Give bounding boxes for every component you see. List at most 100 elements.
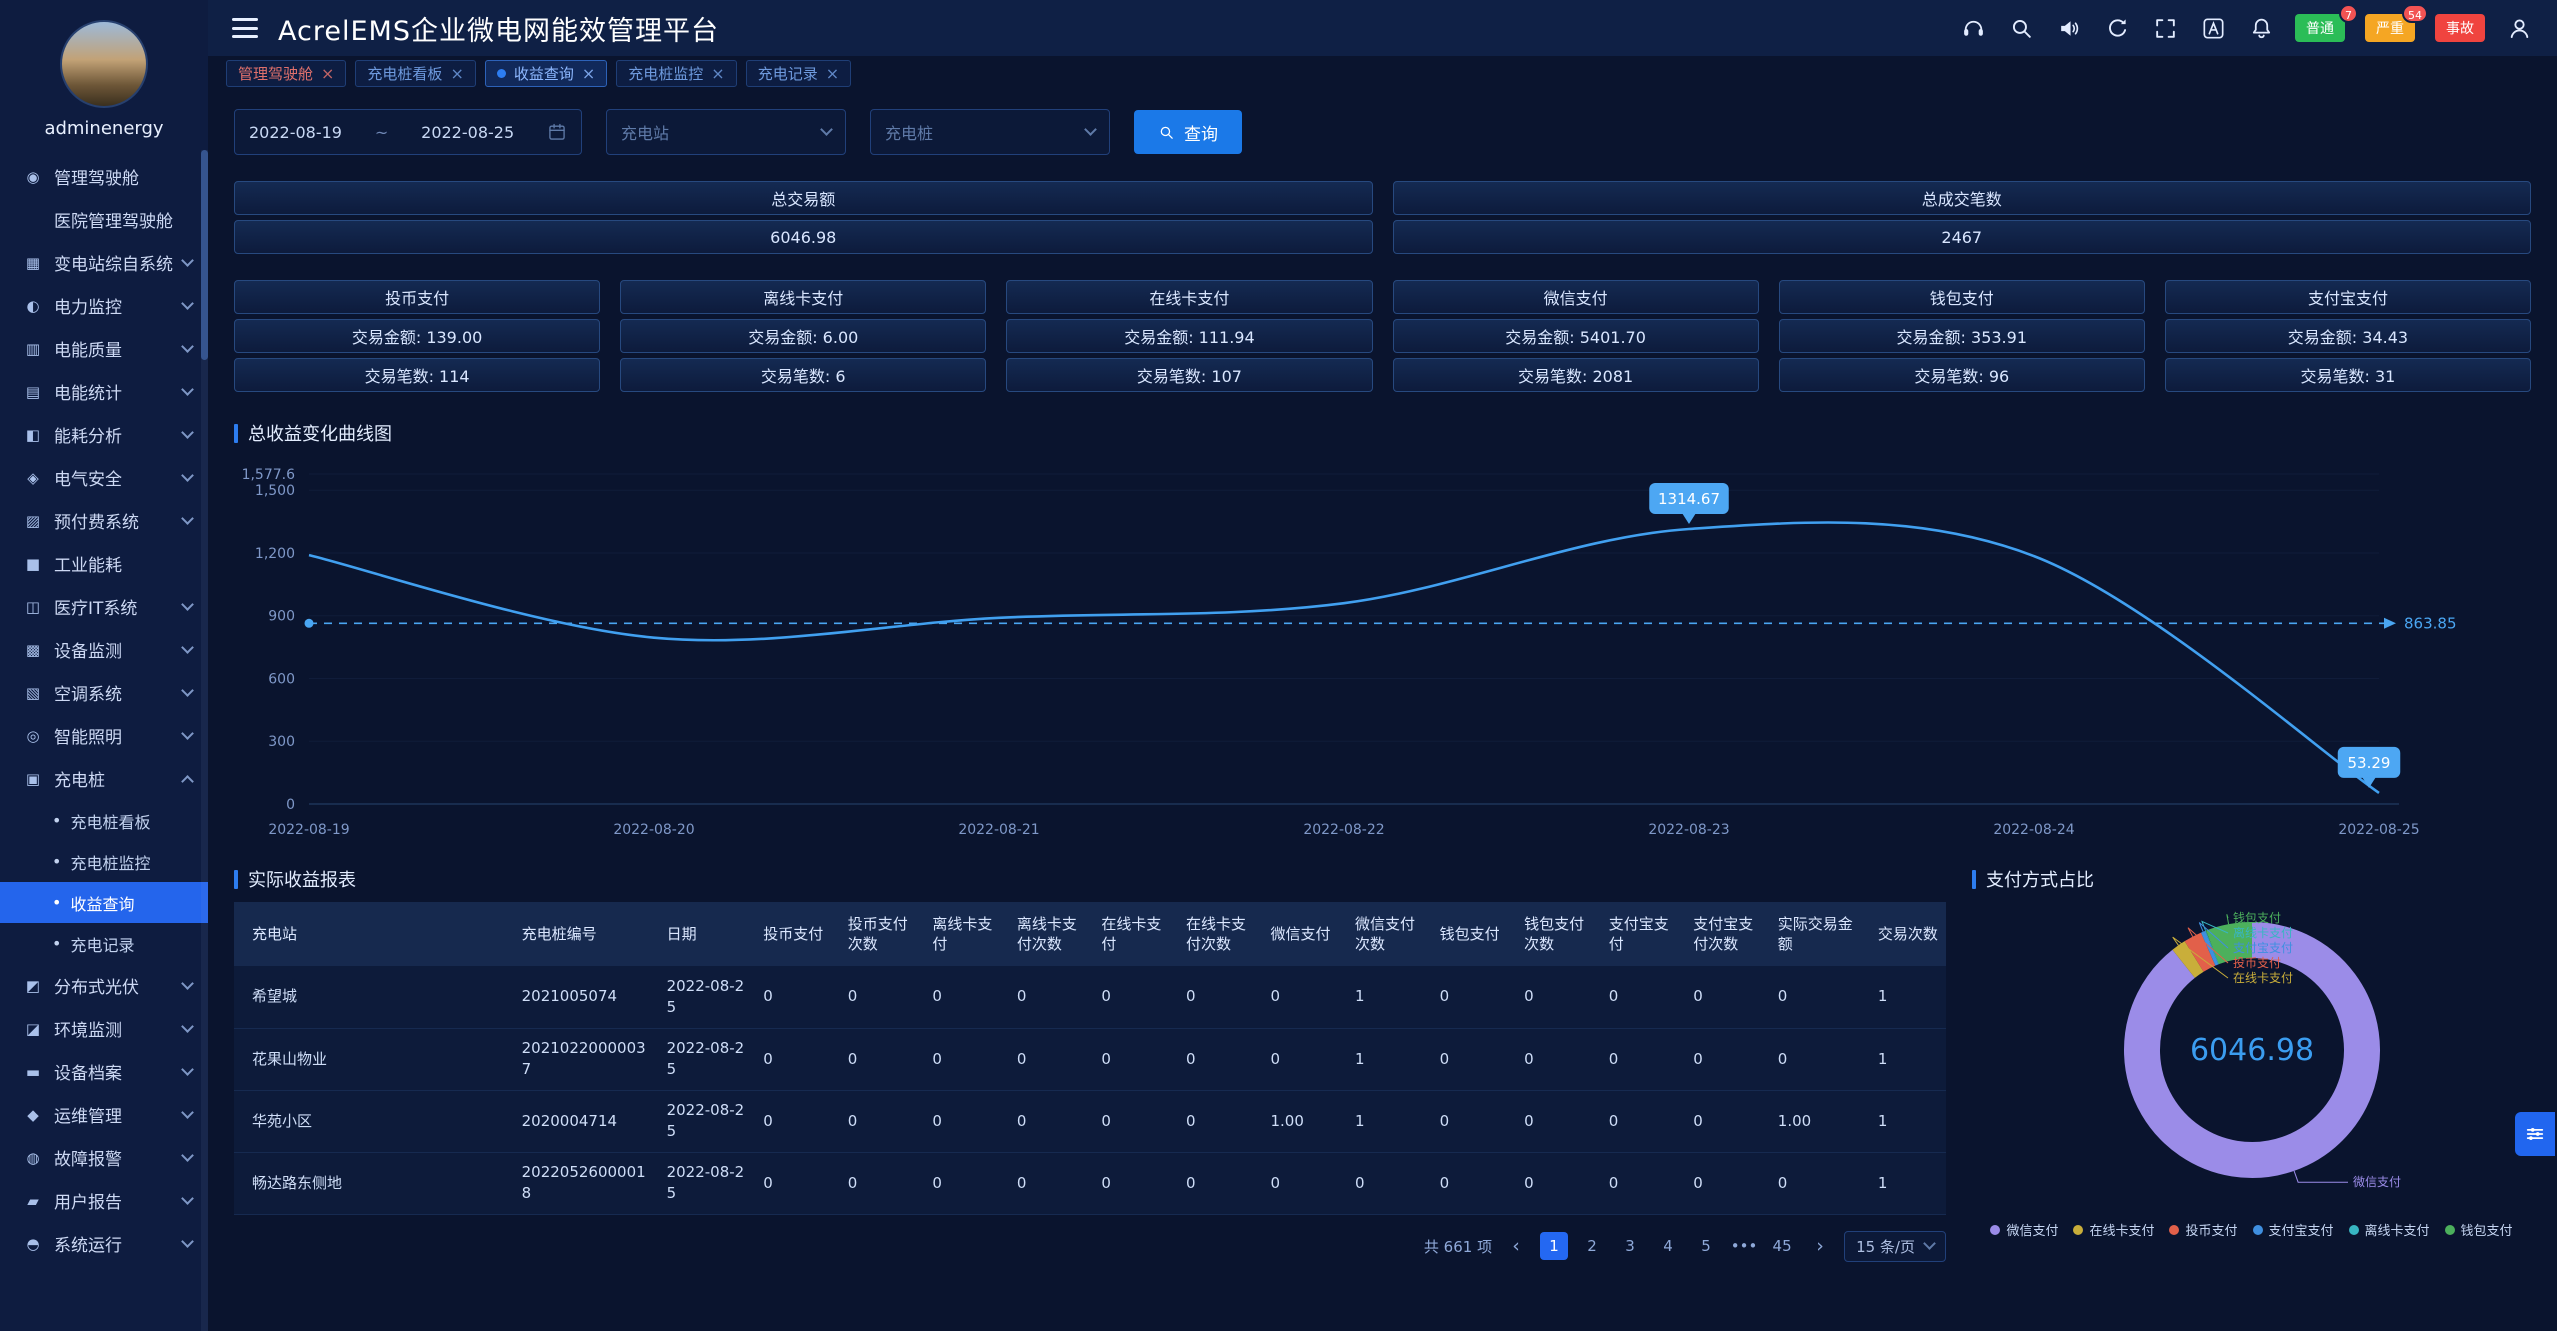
close-icon[interactable]: × — [826, 64, 839, 83]
sidebar-item-pile-board[interactable]: •充电桩看板 — [0, 800, 208, 841]
sidebar-item-hospital-cockpit[interactable]: 医院管理驾驶舱 — [0, 198, 208, 241]
avatar[interactable] — [60, 20, 148, 108]
refresh-icon — [2105, 16, 2130, 41]
bullet-icon: • — [52, 852, 61, 871]
sidebar-item-medical-it[interactable]: ◫医疗IT系统 — [0, 585, 208, 628]
sidebar-item-device-archive[interactable]: ▬设备档案 — [0, 1050, 208, 1093]
user-menu-button[interactable] — [2505, 14, 2533, 42]
support-button[interactable] — [1959, 14, 1987, 42]
method-name: 钱包支付 — [1779, 280, 2145, 314]
sidebar-item-cockpit[interactable]: ◉管理驾驶舱 — [0, 155, 208, 198]
query-button[interactable]: 查询 — [1134, 110, 1242, 154]
table-cell: 1 — [1870, 1152, 1946, 1214]
sidebar-item-device-monitor[interactable]: ▩设备监测 — [0, 628, 208, 671]
sidebar-item-system-run[interactable]: ◓系统运行 — [0, 1222, 208, 1265]
font-size-button[interactable] — [2199, 14, 2227, 42]
sidebar-item-charge-records[interactable]: •充电记录 — [0, 923, 208, 964]
sidebar-item-ops[interactable]: ◆运维管理 — [0, 1093, 208, 1136]
sidebar-item-energy-analysis[interactable]: ◧能耗分析 — [0, 413, 208, 456]
x-axis-tick-label: 2022-08-23 — [1648, 822, 1729, 838]
alarm-badge-2[interactable]: 严重54 — [2365, 14, 2415, 42]
table-cell: 0 — [1770, 1152, 1870, 1214]
tab-revenue-query[interactable]: 收益查询× — [485, 60, 607, 87]
sidebar-item-electrical-safety[interactable]: ◈电气安全 — [0, 456, 208, 499]
page-button-4[interactable]: 4 — [1654, 1232, 1682, 1260]
revenue-line-chart[interactable]: 03006009001,2001,5001,577.62022-08-19202… — [234, 452, 2531, 852]
sidebar-item-pile-monitor[interactable]: •充电桩监控 — [0, 841, 208, 882]
sidebar-item-power-quality[interactable]: ▥电能质量 — [0, 327, 208, 370]
legend-item[interactable]: 投币支付 — [2169, 1220, 2237, 1239]
payment-donut-chart[interactable]: 6046.98钱包支付离线卡支付支付宝支付投币支付在线卡支付微信支付 — [1972, 892, 2531, 1210]
sidebar-item-prepaid[interactable]: ▨预付费系统 — [0, 499, 208, 542]
legend-item[interactable]: 钱包支付 — [2445, 1220, 2513, 1239]
alarm-badge-3[interactable]: 事故 — [2435, 14, 2485, 42]
pile-select[interactable]: 充电桩 — [870, 109, 1110, 155]
page-size-select[interactable]: 15 条/页 — [1844, 1231, 1946, 1262]
station-select[interactable]: 充电站 — [606, 109, 846, 155]
top-header: AcrelEMS企业微电网能效管理平台 普通7严重54事故 — [208, 0, 2557, 56]
pagination: 共 661 项‹12345•••45›15 条/页 — [234, 1231, 1946, 1262]
page-button-1[interactable]: 1 — [1540, 1232, 1568, 1260]
pie-slice-在线卡支付[interactable] — [2184, 956, 2194, 963]
page-button-2[interactable]: 2 — [1578, 1232, 1606, 1260]
page-button-5[interactable]: 5 — [1692, 1232, 1720, 1260]
fullscreen-button[interactable] — [2151, 14, 2179, 42]
tab-pile-monitor[interactable]: 充电桩监控× — [616, 60, 736, 87]
chevron-down-icon — [181, 340, 194, 353]
pile-select-placeholder: 充电桩 — [885, 120, 933, 144]
close-icon[interactable]: × — [450, 64, 463, 83]
sidebar-item-label: 管理驾驶舱 — [54, 164, 139, 189]
alarm-icon: ◍ — [22, 1149, 44, 1167]
next-page-button[interactable]: › — [1806, 1232, 1834, 1260]
markline-start-dot — [305, 619, 314, 628]
tab-charge-records[interactable]: 充电记录× — [746, 60, 851, 87]
close-icon[interactable]: × — [711, 64, 724, 83]
sidebar-item-pv[interactable]: ◩分布式光伏 — [0, 964, 208, 1007]
quick-settings-button[interactable] — [2515, 1112, 2555, 1156]
x-axis-tick-label: 2022-08-22 — [1303, 822, 1384, 838]
sidebar-item-smart-lighting[interactable]: ◎智能照明 — [0, 714, 208, 757]
sidebar-item-industrial-energy[interactable]: ■工业能耗 — [0, 542, 208, 585]
refresh-button[interactable] — [2103, 14, 2131, 42]
tab-cockpit[interactable]: 管理驾驶舱× — [226, 60, 346, 87]
sidebar-item-energy-stats[interactable]: ▤电能统计 — [0, 370, 208, 413]
close-icon[interactable]: × — [321, 64, 334, 83]
sidebar-item-substation[interactable]: ▦变电站综自系统 — [0, 241, 208, 284]
sidebar-item-hvac[interactable]: ▧空调系统 — [0, 671, 208, 714]
bell-button[interactable] — [2247, 14, 2275, 42]
legend-item[interactable]: 微信支付 — [1990, 1220, 2058, 1239]
legend-item[interactable]: 在线卡支付 — [2073, 1220, 2154, 1239]
search-button[interactable] — [2007, 14, 2035, 42]
sidebar-item-fault-alarm[interactable]: ◍故障报警 — [0, 1136, 208, 1179]
volume-button[interactable] — [2055, 14, 2083, 42]
hamburger-menu-button[interactable] — [232, 18, 258, 38]
prev-page-button[interactable]: ‹ — [1502, 1232, 1530, 1260]
legend-item[interactable]: 支付宝支付 — [2253, 1220, 2334, 1239]
sidebar-item-user-report[interactable]: ▰用户报告 — [0, 1179, 208, 1222]
scrollbar-thumb[interactable] — [201, 150, 208, 360]
pie-slice-投币支付[interactable] — [2194, 949, 2208, 956]
font-size-icon — [2201, 16, 2226, 41]
sidebar-scrollbar[interactable] — [201, 150, 208, 1331]
date-start[interactable]: 2022-08-19 — [249, 123, 342, 142]
date-end[interactable]: 2022-08-25 — [421, 123, 514, 142]
date-range-picker[interactable]: 2022-08-19 ~ 2022-08-25 — [234, 109, 582, 155]
tab-pile-board[interactable]: 充电桩看板 × — [355, 60, 475, 87]
sidebar-item-env-monitor[interactable]: ◪环境监测 — [0, 1007, 208, 1050]
x-axis-tick-label: 2022-08-21 — [958, 822, 1039, 838]
table-row[interactable]: 畅达路东侧地202205260000182022-08-250000000000… — [234, 1152, 1946, 1214]
table-row[interactable]: 花果山物业202102200000372022-08-2500000001000… — [234, 1028, 1946, 1090]
page-button-45[interactable]: 45 — [1768, 1232, 1796, 1260]
method-box: 在线卡支付交易金额: 111.94交易笔数: 107 — [1006, 280, 1372, 392]
sidebar-item-power-monitor[interactable]: ◐电力监控 — [0, 284, 208, 327]
table-row[interactable]: 华苑小区20200047142022-08-250000001.00100001… — [234, 1090, 1946, 1152]
close-icon[interactable]: × — [582, 64, 595, 83]
page-button-3[interactable]: 3 — [1616, 1232, 1644, 1260]
table-row[interactable]: 希望城20210050742022-08-2500000001000001 — [234, 966, 1946, 1028]
sidebar-item-charging-pile[interactable]: ▣充电桩 — [0, 757, 208, 800]
tab-label: 充电桩看板 — [367, 63, 442, 84]
sidebar-item-revenue-query[interactable]: •收益查询 — [0, 882, 208, 923]
max-markpoint-label: 1314.67 — [1658, 490, 1720, 508]
legend-item[interactable]: 离线卡支付 — [2349, 1220, 2430, 1239]
alarm-badge-1[interactable]: 普通7 — [2295, 14, 2345, 42]
